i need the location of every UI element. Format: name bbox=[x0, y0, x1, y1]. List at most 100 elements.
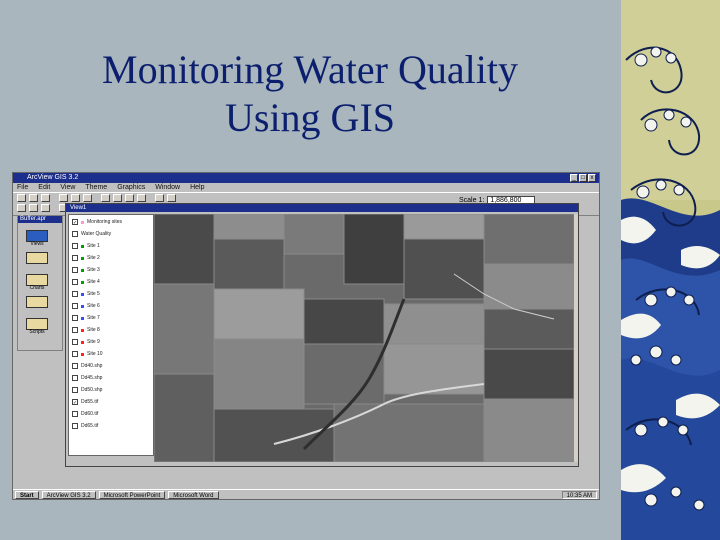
project-layouts[interactable] bbox=[26, 296, 48, 312]
theme-label: Dd45.shp bbox=[81, 375, 103, 381]
toc-theme-item[interactable]: Dd45.shp bbox=[72, 375, 102, 381]
save-icon[interactable] bbox=[17, 194, 26, 202]
toc-theme-item[interactable]: Water Quality bbox=[72, 231, 111, 237]
theme-visibility-checkbox[interactable] bbox=[72, 363, 78, 369]
theme-label: Site 8 bbox=[87, 327, 100, 333]
zoom-in-icon[interactable] bbox=[125, 194, 134, 202]
project-tables[interactable] bbox=[26, 252, 48, 268]
window-title: ArcView GIS 3.2 bbox=[27, 174, 79, 181]
legend-swatch bbox=[81, 328, 84, 332]
menu-view[interactable]: View bbox=[60, 183, 75, 192]
legend-editor-icon[interactable] bbox=[59, 194, 68, 202]
toc-theme-item[interactable]: Site 7 bbox=[72, 315, 100, 321]
select-icon[interactable] bbox=[155, 194, 164, 202]
toc-theme-item[interactable]: Dd40.shp bbox=[72, 363, 102, 369]
add-theme-icon[interactable] bbox=[29, 194, 38, 202]
view-window-title: View1 bbox=[66, 204, 578, 212]
theme-visibility-checkbox[interactable] bbox=[72, 411, 78, 417]
taskbar-item-word[interactable]: Microsoft Word bbox=[168, 490, 219, 499]
theme-visibility-checkbox[interactable] bbox=[72, 339, 78, 345]
zoom-out-icon[interactable] bbox=[137, 194, 146, 202]
theme-label: Dd40.shp bbox=[81, 363, 103, 369]
theme-visibility-checkbox[interactable] bbox=[72, 243, 78, 249]
toc-theme-item[interactable]: Site 6 bbox=[72, 303, 100, 309]
project-window: Buffer.apr Views Charts Scripts bbox=[17, 215, 63, 351]
theme-label: Dd60.tif bbox=[81, 411, 99, 417]
theme-label: Site 2 bbox=[87, 255, 100, 261]
menu-edit[interactable]: Edit bbox=[38, 183, 50, 192]
project-charts[interactable]: Charts bbox=[26, 274, 48, 291]
theme-visibility-checkbox[interactable]: ✓ bbox=[72, 219, 78, 226]
pan-icon[interactable] bbox=[41, 204, 50, 212]
close-button[interactable]: x bbox=[588, 174, 596, 182]
theme-visibility-checkbox[interactable] bbox=[72, 231, 78, 237]
legend-swatch bbox=[81, 292, 84, 296]
theme-visibility-checkbox[interactable] bbox=[72, 351, 78, 357]
start-button[interactable]: Start bbox=[15, 490, 39, 499]
toc-theme-item[interactable]: Site 9 bbox=[72, 339, 100, 345]
toc-theme-item[interactable]: ✓ Dd55.tif bbox=[72, 399, 98, 406]
taskbar: Start ArcView GIS 3.2 Microsoft PowerPoi… bbox=[13, 489, 599, 499]
theme-visibility-checkbox[interactable] bbox=[72, 423, 78, 429]
charts-label: Charts bbox=[29, 285, 45, 291]
theme-visibility-checkbox[interactable] bbox=[72, 375, 78, 381]
theme-visibility-checkbox[interactable]: ✓ bbox=[72, 399, 78, 406]
scripts-label: Scripts bbox=[29, 329, 45, 335]
theme-properties-icon[interactable] bbox=[41, 194, 50, 202]
toc-theme-item[interactable]: Site 10 bbox=[72, 351, 103, 357]
pointer-icon[interactable] bbox=[17, 204, 26, 212]
theme-visibility-checkbox[interactable] bbox=[72, 327, 78, 333]
theme-visibility-checkbox[interactable] bbox=[72, 387, 78, 393]
identify-icon[interactable] bbox=[29, 204, 38, 212]
toc-theme-item[interactable]: Site 1 bbox=[72, 243, 100, 249]
slide-subtitle: Using GIS bbox=[224, 95, 396, 140]
project-views[interactable]: Views bbox=[26, 230, 48, 247]
toc-theme-item[interactable]: Site 4 bbox=[72, 279, 100, 285]
menu-graphics[interactable]: Graphics bbox=[117, 183, 145, 192]
toc-theme-item[interactable]: Dd50.shp bbox=[72, 387, 102, 393]
aerial-map[interactable] bbox=[154, 214, 574, 462]
menu-theme[interactable]: Theme bbox=[85, 183, 107, 192]
theme-label: Monitoring sites bbox=[87, 219, 123, 225]
theme-label: Site 10 bbox=[87, 351, 103, 357]
theme-label: Water Quality bbox=[81, 231, 112, 237]
toc-theme-item[interactable]: Site 3 bbox=[72, 267, 100, 273]
theme-visibility-checkbox[interactable] bbox=[72, 291, 78, 297]
menu-window[interactable]: Window bbox=[155, 183, 180, 192]
arcview-screenshot: ArcView GIS 3.2 _ □ x File Edit View The… bbox=[12, 172, 600, 500]
theme-visibility-checkbox[interactable] bbox=[72, 255, 78, 261]
theme-visibility-checkbox[interactable] bbox=[72, 267, 78, 273]
system-tray: 10:35 AM bbox=[561, 490, 597, 499]
toc-theme-item[interactable]: Site 2 bbox=[72, 255, 100, 261]
toc-theme-item[interactable]: Site 5 bbox=[72, 291, 100, 297]
toc-theme-item[interactable]: Dd60.tif bbox=[72, 411, 98, 417]
project-window-title: Buffer.apr bbox=[18, 216, 62, 223]
theme-label: Site 4 bbox=[87, 279, 100, 285]
views-label: Views bbox=[30, 241, 44, 247]
legend-swatch bbox=[81, 280, 84, 284]
toc-theme-item[interactable]: ✓ Monitoring sites bbox=[72, 219, 123, 226]
table-icon[interactable] bbox=[71, 194, 80, 202]
toc-theme-item[interactable]: Dd65.tif bbox=[72, 423, 98, 429]
project-scripts[interactable]: Scripts bbox=[26, 318, 48, 335]
zoom-active-icon[interactable] bbox=[113, 194, 122, 202]
help-icon[interactable] bbox=[167, 194, 176, 202]
zoom-full-icon[interactable] bbox=[101, 194, 110, 202]
maximize-button[interactable]: □ bbox=[579, 174, 587, 182]
theme-visibility-checkbox[interactable] bbox=[72, 315, 78, 321]
theme-label: Site 9 bbox=[87, 339, 100, 345]
theme-label: Dd65.tif bbox=[81, 423, 99, 429]
window-titlebar: ArcView GIS 3.2 _ □ x bbox=[13, 173, 599, 183]
taskbar-item-arcview[interactable]: ArcView GIS 3.2 bbox=[41, 490, 96, 499]
minimize-button[interactable]: _ bbox=[570, 174, 578, 182]
find-icon[interactable] bbox=[83, 194, 92, 202]
menu-file[interactable]: File bbox=[17, 183, 28, 192]
table-of-contents[interactable]: ✓ Monitoring sites Water Quality Site 1 Site… bbox=[68, 214, 154, 456]
theme-visibility-checkbox[interactable] bbox=[72, 279, 78, 285]
theme-visibility-checkbox[interactable] bbox=[72, 303, 78, 309]
menu-help[interactable]: Help bbox=[190, 183, 204, 192]
theme-label: Dd50.shp bbox=[81, 387, 103, 393]
taskbar-item-powerpoint[interactable]: Microsoft PowerPoint bbox=[98, 490, 166, 499]
toc-theme-item[interactable]: Site 8 bbox=[72, 327, 100, 333]
map-vertical-scrollbar[interactable] bbox=[574, 214, 578, 462]
